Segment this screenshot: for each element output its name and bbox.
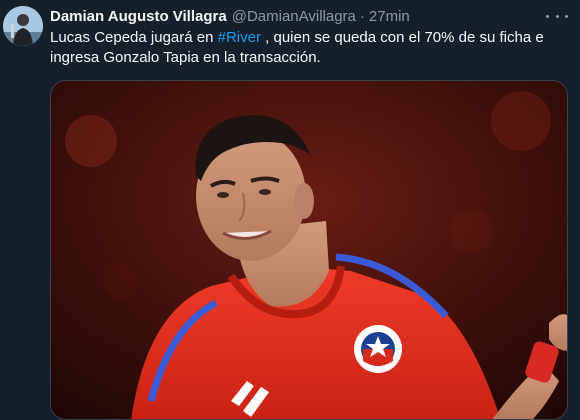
tweet-header: Damian Augusto Villagra @DamianAvillagra…	[50, 6, 410, 26]
tweet-text-suffix: , quien se queda con el 70% de su ficha …	[260, 29, 544, 46]
more-horizontal-icon[interactable]	[546, 6, 568, 26]
tweet-timestamp[interactable]: 27min	[369, 8, 410, 25]
tweet-text: Lucas Cepeda jugará en #River , quien se…	[50, 28, 560, 68]
tweet[interactable]: Damian Augusto Villagra @DamianAvillagra…	[0, 0, 580, 420]
avatar[interactable]	[3, 6, 43, 46]
author-handle[interactable]: @DamianAvillagra	[232, 8, 356, 25]
player-photo	[51, 81, 567, 419]
author-display-name[interactable]: Damian Augusto Villagra	[50, 8, 227, 25]
tweet-text-line-2: ingresa Gonzalo Tapia en la transacción.	[50, 49, 321, 66]
hashtag-link[interactable]: #River	[218, 29, 261, 46]
separator-dot: ·	[359, 7, 365, 25]
tweet-text-line-1: Lucas Cepeda jugará en #River , quien se…	[50, 28, 560, 48]
tweet-media-image[interactable]	[50, 80, 568, 420]
tweet-text-prefix: Lucas Cepeda jugará en	[50, 29, 218, 46]
avatar-image	[3, 6, 43, 46]
